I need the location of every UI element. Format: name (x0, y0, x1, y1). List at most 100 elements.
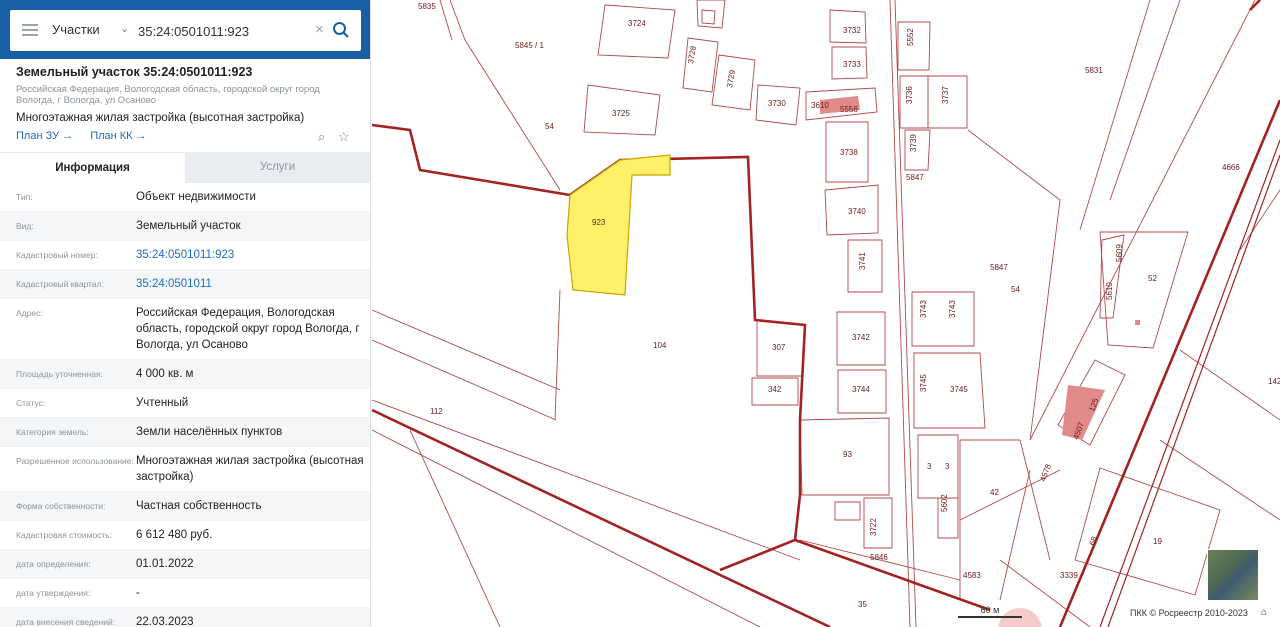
info-value: Земельный участок (136, 220, 241, 232)
info-value: Многоэтажная жилая застройка (высотная з… (136, 455, 364, 483)
parcel-label: 3740 (848, 207, 866, 216)
info-key: Площадь уточненная: (16, 369, 103, 379)
parcel-label: 54 (545, 122, 554, 131)
info-key: Вид: (16, 221, 34, 231)
parcel-label: 5846 (870, 553, 888, 562)
parcel-label: 5610 (1105, 282, 1114, 300)
star-icon[interactable]: ☆ (338, 129, 350, 144)
menu-icon[interactable] (22, 24, 38, 36)
search-icon[interactable] (332, 21, 350, 39)
info-value: Российская Федерация, Вологодская област… (136, 307, 360, 351)
info-row: Вид: Земельный участок (0, 212, 370, 241)
info-row: Категория земель: Земли населённых пункто… (0, 418, 370, 447)
plan-zu-link[interactable]: План ЗУ → (16, 130, 73, 142)
copyright-text: ПКК © Росреестр 2010-2023 (1130, 608, 1248, 618)
info-value: Частная собственность (136, 500, 262, 512)
tabs: Информация Услуги (0, 152, 370, 183)
info-key: дата определения: (16, 559, 91, 569)
object-header: Земельный участок 35:24:0501011:923 Росс… (16, 64, 361, 125)
info-row: Площадь уточненная: 4 000 кв. м (0, 360, 370, 389)
info-row: Тип: Объект недвижимости (0, 183, 370, 212)
selected-parcel (566, 154, 671, 296)
parcel-label: 3610 (811, 101, 829, 110)
parcel-label: 19 (1153, 537, 1162, 546)
home-icon[interactable]: ⌂ (1261, 607, 1267, 618)
info-row: Статус: Учтенный (0, 389, 370, 418)
parcel-label: 3737 (941, 86, 950, 104)
parcel-label: 3722 (869, 518, 878, 536)
scale-bar (958, 616, 1022, 618)
info-value: 6 612 480 руб. (136, 529, 213, 541)
info-row: Кадастровый квартал: 35:24:0501011 (0, 270, 370, 299)
info-table: Тип: Объект недвижимости Вид: Земельный уча… (0, 183, 370, 627)
parcel-label: 3736 (905, 86, 914, 104)
parcel-label: 4578 (1038, 462, 1053, 482)
parcel-label: 342 (768, 385, 782, 394)
info-value: 01.01.2022 (136, 558, 194, 570)
parcel-label: 3738 (840, 148, 858, 157)
info-key: дата утверждения: (16, 588, 91, 598)
parcel-label: 3742 (852, 333, 870, 342)
plan-kk-link[interactable]: План КК → (90, 130, 146, 142)
parcel-label: 5831 (1085, 66, 1103, 75)
chevron-down-icon[interactable]: ⌄ (120, 22, 129, 35)
info-panel: Участки ⌄ × Земельный участок 35:24:0501… (0, 0, 371, 627)
info-row: дата определения: 01.01.2022 (0, 550, 370, 579)
parcel-label: 3730 (768, 99, 786, 108)
parcel-label: 3724 (628, 19, 646, 28)
parcel-label: 3728 (686, 45, 698, 65)
parcel-label: 5847 (990, 263, 1008, 272)
tab-services[interactable]: Услуги (185, 152, 370, 183)
parcel-label: 112 (430, 407, 443, 416)
close-icon[interactable]: × (315, 21, 324, 38)
parcel-label: 5847 (906, 173, 924, 182)
plan-links: План ЗУ → План КК → (16, 130, 161, 142)
parcel-label: 3744 (852, 385, 870, 394)
object-address: Российская Федерация, Вологодская област… (16, 84, 320, 106)
info-value: 4 000 кв. м (136, 368, 194, 380)
parcel-label: 142 (1268, 377, 1280, 386)
parcel-label: 3743 (919, 300, 928, 318)
info-row: дата внесения сведений: 22.03.2023 (0, 608, 370, 627)
object-use: Многоэтажная жилая застройка (высотная з… (16, 112, 305, 124)
info-value: Учтенный (136, 397, 189, 409)
parcel-label: 52 (1148, 274, 1157, 283)
parcel-label: 923 (592, 218, 606, 227)
info-value[interactable]: 35:24:0501011 (136, 270, 364, 298)
info-key: Тип: (16, 192, 33, 202)
parcel-label: 5552 (906, 28, 915, 46)
info-value: Земли населённых пунктов (136, 426, 283, 438)
locate-icon[interactable]: ⌕ (318, 129, 325, 144)
info-key: Категория земель: (16, 427, 89, 437)
info-key: Статус: (16, 398, 46, 408)
parcel-label: 3743 (948, 300, 957, 318)
panel-actions: ⌕ ☆ (318, 129, 359, 145)
parcel-label: 5609 (1115, 244, 1124, 262)
scale-label: 60 м (980, 605, 1000, 615)
collapse-panel-button[interactable]: ‹ (371, 14, 384, 48)
info-row: Форма собственности: Частная собственност… (0, 492, 370, 521)
object-title: Земельный участок 35:24:0501011:923 (16, 65, 253, 79)
parcel-label: 3725 (612, 109, 630, 118)
info-value: - (136, 587, 140, 599)
search-input[interactable] (138, 20, 308, 42)
info-row: Кадастровая стоимость: 6 612 480 руб. (0, 521, 370, 550)
search-bar: Участки ⌄ × (0, 0, 370, 59)
parcel-label: 5602 (940, 494, 949, 512)
parcel-label: 3741 (858, 252, 867, 270)
info-key: Разрешенное использование: (16, 456, 134, 466)
parcel-label: 5556 (840, 105, 858, 114)
parcel-label: 35 (858, 600, 867, 609)
info-row: Адрес: Российская Федерация, Вологодская … (0, 299, 370, 360)
parcel-label: 93 (843, 450, 852, 459)
info-key: Кадастровый квартал: (16, 279, 104, 289)
info-key: дата внесения сведений: (16, 617, 116, 627)
satellite-layer-thumbnail[interactable] (1207, 549, 1259, 601)
info-value: 22.03.2023 (136, 616, 194, 627)
info-value[interactable]: 35:24:0501011:923 (136, 241, 364, 269)
parcel-label: 3745 (950, 385, 968, 394)
info-key: Кадастровая стоимость: (16, 530, 113, 540)
info-row: дата утверждения: - (0, 579, 370, 608)
tab-information[interactable]: Информация (0, 152, 185, 183)
parcel-label: 3733 (843, 60, 861, 69)
